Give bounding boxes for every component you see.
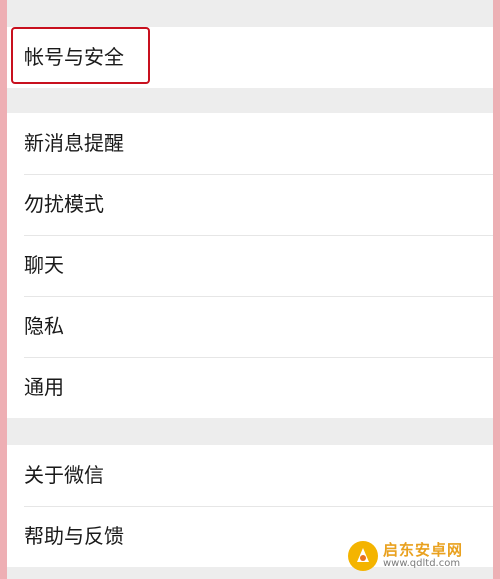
settings-screen: 帐号与安全 新消息提醒 勿扰模式 聊天 隐私 通用 关于微信 帮助与反馈 [7, 0, 493, 579]
highlight-box [11, 27, 150, 84]
settings-item-general[interactable]: 通用 [7, 357, 493, 418]
settings-item-label: 帮助与反馈 [24, 524, 124, 548]
settings-item-label: 通用 [24, 375, 64, 399]
settings-item-new-message-notifications[interactable]: 新消息提醒 [7, 113, 493, 174]
watermark-title: 启东安卓网 [383, 541, 464, 559]
settings-item-chat[interactable]: 聊天 [7, 235, 493, 296]
settings-item-label: 勿扰模式 [24, 192, 104, 216]
watermark-url: www.qdltd.com [383, 558, 461, 569]
settings-item-label: 新消息提醒 [24, 131, 124, 155]
settings-item-label: 隐私 [24, 314, 64, 338]
settings-item-label: 聊天 [24, 253, 64, 277]
watermark-logo-icon [348, 541, 378, 571]
watermark: 启东安卓网 www.qdltd.com [347, 539, 492, 573]
settings-item-do-not-disturb[interactable]: 勿扰模式 [7, 174, 493, 235]
settings-item-privacy[interactable]: 隐私 [7, 296, 493, 357]
settings-item-label: 关于微信 [24, 463, 104, 487]
settings-item-about-wechat[interactable]: 关于微信 [7, 445, 493, 506]
settings-group-general: 新消息提醒 勿扰模式 聊天 隐私 通用 [7, 113, 493, 418]
